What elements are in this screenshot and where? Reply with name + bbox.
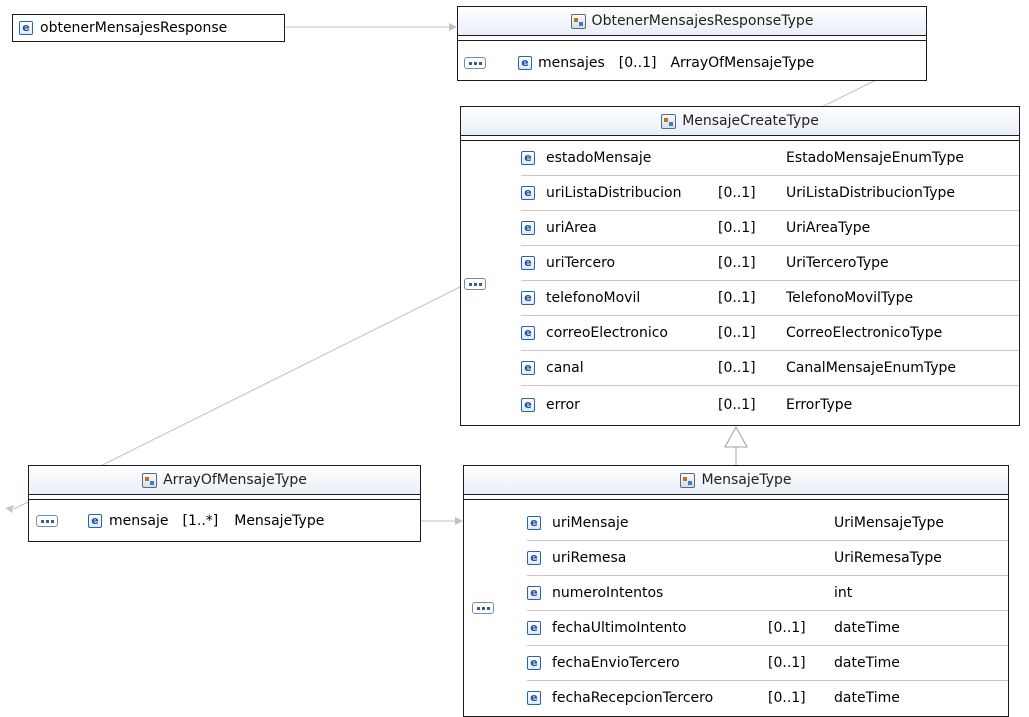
element-name: canal xyxy=(546,360,584,376)
element-type: dateTime xyxy=(834,655,900,671)
element-name: telefonoMovil xyxy=(546,290,641,306)
arrow-head-mensajetype xyxy=(455,517,463,525)
element-cardinality: [0..1] xyxy=(718,220,756,236)
element-type: MensajeType xyxy=(234,513,325,529)
type-title: ObtenerMensajesResponseType xyxy=(458,7,926,35)
element-type: UriListaDistribucionType xyxy=(786,185,955,201)
element-cardinality: [0..1] xyxy=(718,290,756,306)
type-title: ArrayOfMensajeType xyxy=(29,466,420,494)
element-type: UriMensajeType xyxy=(834,515,944,531)
element-icon: e xyxy=(527,551,541,565)
type-name: ObtenerMensajesResponseType xyxy=(591,13,814,29)
element-row-mensaje[interactable]: e mensaje [1..*] MensajeType xyxy=(88,510,324,532)
sequence-icon[interactable] xyxy=(464,57,486,69)
element-type: TelefonoMovilType xyxy=(786,290,914,306)
element-type: dateTime xyxy=(834,620,900,636)
complex-type-icon xyxy=(142,472,158,488)
element-icon: e xyxy=(521,326,535,340)
element-name: fechaUltimoIntento xyxy=(552,620,687,636)
element-cardinality: [0..1] xyxy=(618,55,657,71)
type-name: MensajeType xyxy=(701,472,792,488)
element-type: dateTime xyxy=(834,690,900,706)
arrow-head-obtener xyxy=(449,23,457,31)
element-cardinality: [0..1] xyxy=(768,620,806,636)
element-name: error xyxy=(546,397,580,413)
element-name: uriTercero xyxy=(546,255,616,271)
sequence-icon[interactable] xyxy=(36,515,58,527)
type-name: MensajeCreateType xyxy=(682,113,819,129)
element-icon: e xyxy=(521,256,535,270)
element-icon: e xyxy=(521,221,535,235)
element-icon: e xyxy=(521,361,535,375)
element-name: fechaRecepcionTercero xyxy=(552,690,714,706)
element-name: uriMensaje xyxy=(552,515,629,531)
element-type: CorreoElectronicoType xyxy=(786,325,943,341)
element-cardinality: [0..1] xyxy=(768,690,806,706)
element-type: EstadoMensajeEnumType xyxy=(786,150,964,166)
type-title: MensajeType xyxy=(464,466,1008,494)
element-icon: e xyxy=(521,151,535,165)
complex-type-icon xyxy=(680,472,696,488)
element-type: UriRemesaType xyxy=(834,550,942,566)
type-title: MensajeCreateType xyxy=(461,107,1019,135)
element-cardinality: [0..1] xyxy=(718,360,756,376)
element-type: UriTerceroType xyxy=(786,255,889,271)
sequence-icon[interactable] xyxy=(464,278,486,290)
element-type: ArrayOfMensajeType xyxy=(670,55,815,71)
element-name: mensaje xyxy=(109,513,169,529)
element-name: uriListaDistribucion xyxy=(546,185,682,201)
element-icon: e xyxy=(88,514,102,528)
element-icon: e xyxy=(527,516,541,530)
element-type: UriAreaType xyxy=(786,220,871,236)
element-icon: e xyxy=(527,656,541,670)
complex-type-icon xyxy=(661,113,677,129)
element-icon: e xyxy=(527,621,541,635)
element-icon: e xyxy=(19,21,33,35)
element-cardinality: [0..1] xyxy=(718,325,756,341)
element-cardinality: [0..1] xyxy=(718,255,756,271)
element-name: uriRemesa xyxy=(552,550,627,566)
sequence-icon[interactable] xyxy=(472,602,494,614)
complex-type-icon xyxy=(570,13,586,29)
element-row-mensajes[interactable]: e mensajes [0..1] ArrayOfMensajeType xyxy=(518,52,814,74)
element-type: int xyxy=(834,585,853,601)
element-icon: e xyxy=(527,691,541,705)
element-name: fechaEnvioTercero xyxy=(552,655,680,671)
root-element-box[interactable]: e obtenerMensajesResponse xyxy=(12,14,285,42)
element-icon: e xyxy=(518,56,532,70)
element-icon: e xyxy=(521,398,535,412)
element-cardinality: [1..*] xyxy=(182,513,219,529)
element-type: ErrorType xyxy=(786,397,853,413)
element-cardinality: [0..1] xyxy=(718,185,756,201)
element-type: CanalMensajeEnumType xyxy=(786,360,957,376)
element-icon: e xyxy=(521,291,535,305)
element-name: uriArea xyxy=(546,220,597,236)
element-icon: e xyxy=(527,586,541,600)
element-name: mensajes xyxy=(538,55,605,71)
element-name: correoElectronico xyxy=(546,325,668,341)
inheritance-triangle xyxy=(724,425,748,448)
element-cardinality: [0..1] xyxy=(768,655,806,671)
element-icon: e xyxy=(521,186,535,200)
element-name: numeroIntentos xyxy=(552,585,664,601)
type-name: ArrayOfMensajeType xyxy=(163,472,307,488)
element-cardinality: [0..1] xyxy=(718,397,756,413)
root-element-name: obtenerMensajesResponse xyxy=(40,20,228,36)
arrow-head-array xyxy=(5,505,14,513)
element-name: estadoMensaje xyxy=(546,150,652,166)
